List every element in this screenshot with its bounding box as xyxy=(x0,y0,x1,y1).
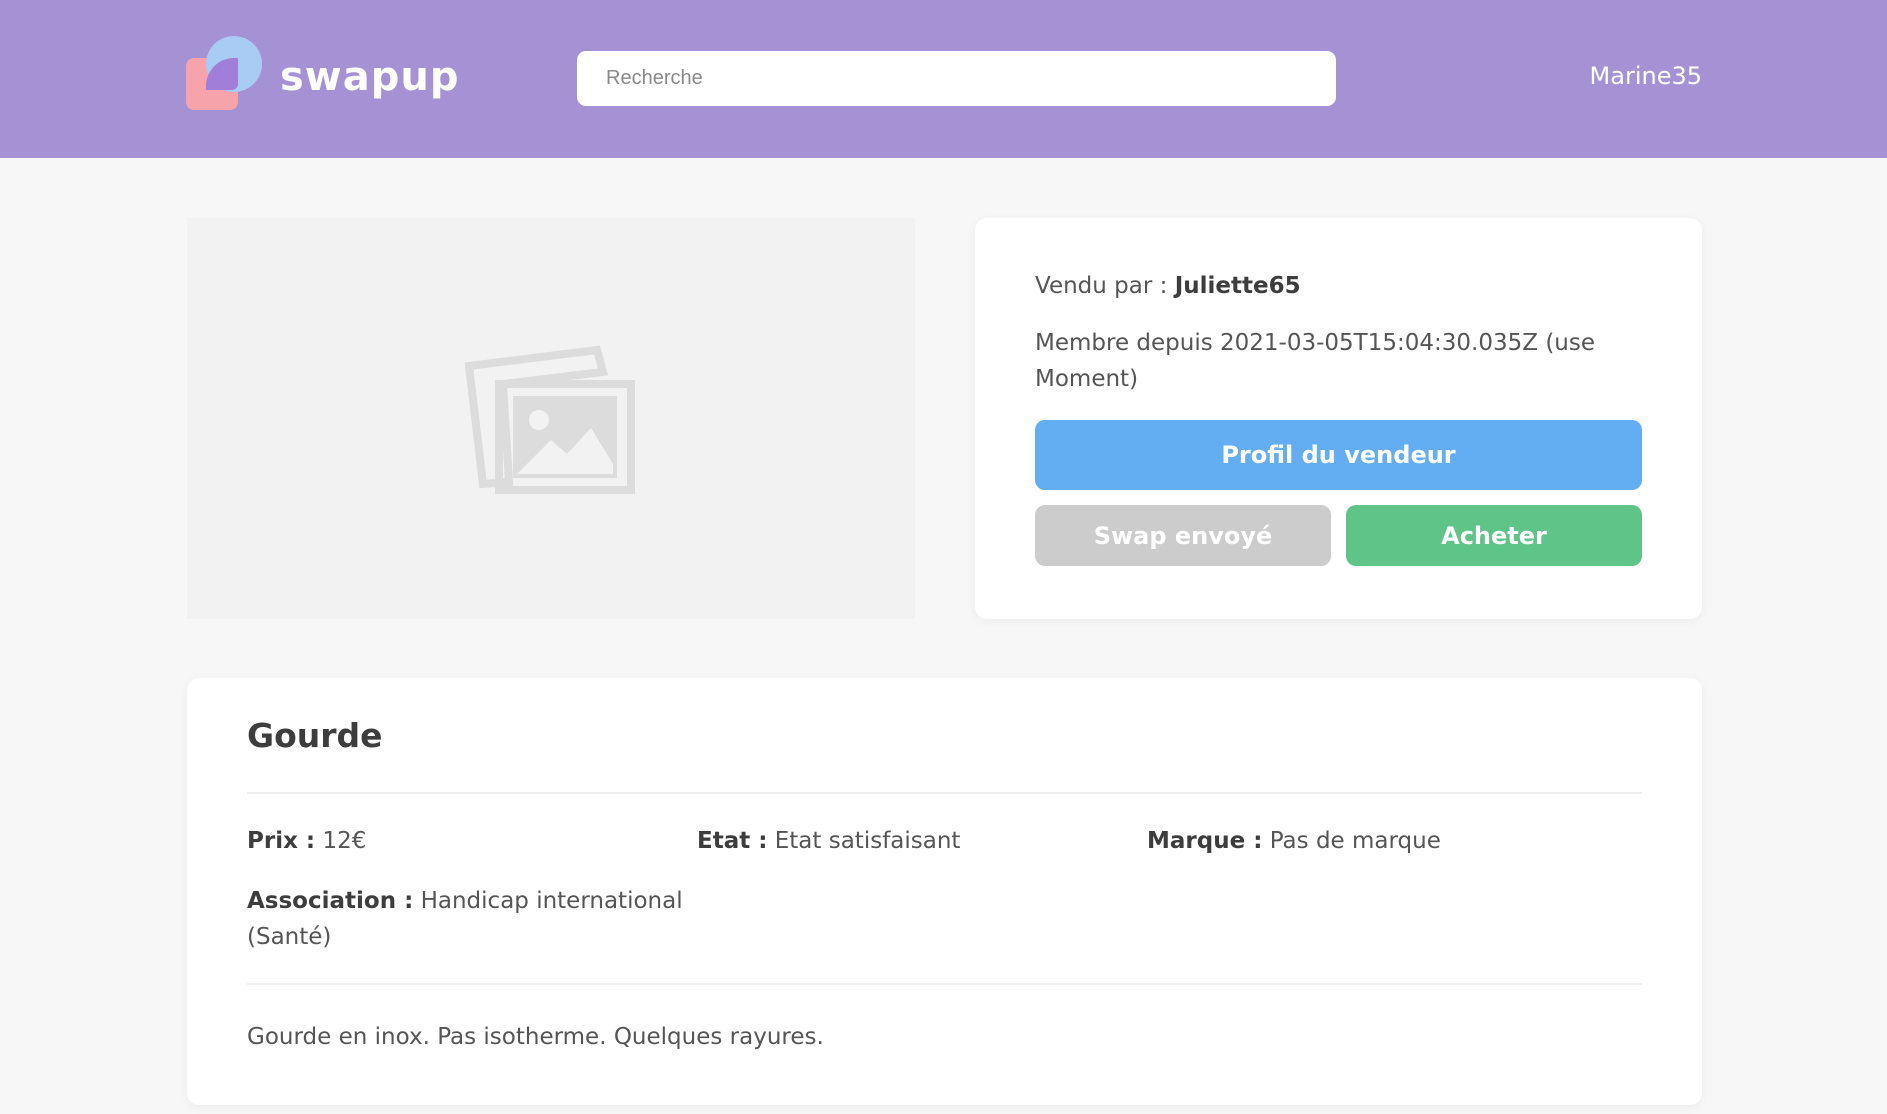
association-label: Association : xyxy=(247,888,414,914)
price-value: 12€ xyxy=(322,828,367,854)
brand-attribute: Marque : Pas de marque xyxy=(1147,823,1597,859)
association-attribute: Association : Handicap international (Sa… xyxy=(247,883,697,955)
swap-sent-button[interactable]: Swap envoyé xyxy=(1035,505,1331,566)
seller-card: Vendu par : Juliette65 Membre depuis 202… xyxy=(975,218,1702,619)
divider xyxy=(247,792,1642,794)
top-navbar: swapup Marine35 xyxy=(0,0,1887,158)
search-input[interactable] xyxy=(577,51,1336,106)
product-description: Gourde en inox. Pas isotherme. Quelques … xyxy=(247,1024,824,1050)
buy-button[interactable]: Acheter xyxy=(1346,505,1642,566)
sold-by: Vendu par : Juliette65 xyxy=(1035,268,1642,304)
product-image xyxy=(187,218,915,619)
product-title: Gourde xyxy=(247,716,383,755)
sold-by-label: Vendu par : xyxy=(1035,273,1168,299)
state-attribute: Etat : Etat satisfaisant xyxy=(697,823,1147,859)
price-label: Prix : xyxy=(247,828,316,854)
user-menu[interactable]: Marine35 xyxy=(1590,62,1702,90)
brand-label: Marque : xyxy=(1147,828,1263,854)
logo-mark-icon xyxy=(186,36,264,112)
state-value: Etat satisfaisant xyxy=(774,828,961,854)
seller-name: Juliette65 xyxy=(1174,273,1301,299)
logo[interactable]: swapup xyxy=(186,36,460,112)
price-attribute: Prix : 12€ xyxy=(247,823,697,859)
state-label: Etat : xyxy=(697,828,768,854)
brand-value: Pas de marque xyxy=(1269,828,1441,854)
logo-text: swapup xyxy=(280,54,460,100)
seller-profile-button[interactable]: Profil du vendeur xyxy=(1035,420,1642,490)
member-since: Membre depuis 2021-03-05T15:04:30.035Z (… xyxy=(1035,330,1595,392)
image-placeholder-icon xyxy=(464,345,635,494)
divider xyxy=(247,983,1642,985)
action-buttons: Swap envoyé Acheter xyxy=(1035,505,1642,566)
product-details-card: Gourde Prix : 12€ Etat : Etat satisfaisa… xyxy=(187,678,1702,1105)
product-attributes: Prix : 12€ Etat : Etat satisfaisant Marq… xyxy=(247,823,1642,955)
